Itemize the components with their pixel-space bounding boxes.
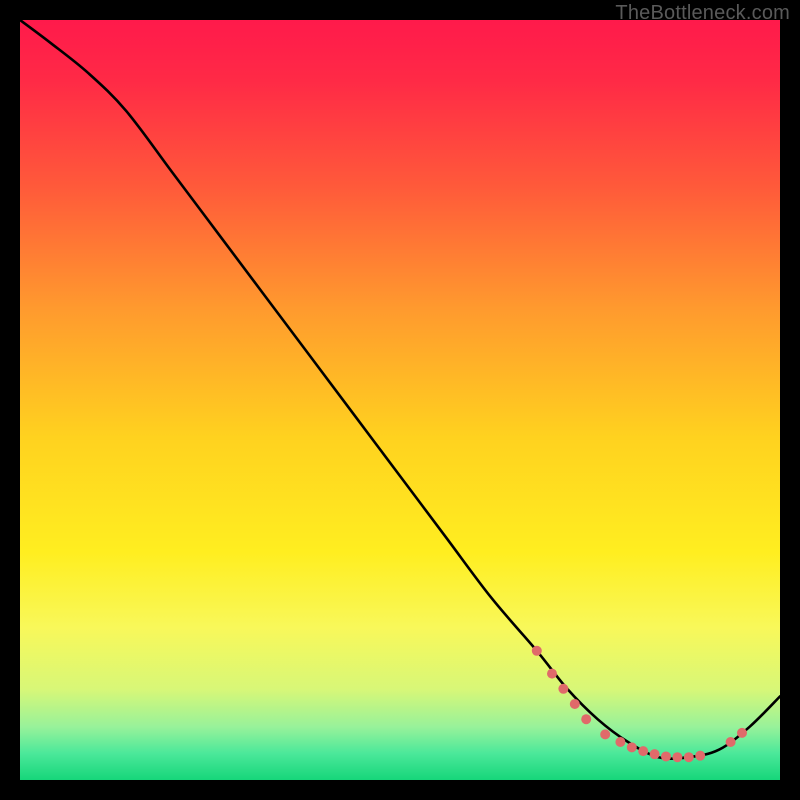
marker-point	[570, 699, 580, 709]
marker-point	[684, 752, 694, 762]
marker-point	[532, 646, 542, 656]
marker-point	[695, 751, 705, 761]
gradient-background	[20, 20, 780, 780]
marker-point	[627, 742, 637, 752]
marker-point	[615, 737, 625, 747]
marker-point	[600, 729, 610, 739]
marker-point	[672, 752, 682, 762]
marker-point	[661, 751, 671, 761]
chart-stage: TheBottleneck.com	[0, 0, 800, 800]
marker-point	[581, 714, 591, 724]
plot-area	[20, 20, 780, 780]
marker-point	[558, 684, 568, 694]
marker-point	[547, 669, 557, 679]
marker-point	[737, 728, 747, 738]
marker-point	[650, 749, 660, 759]
marker-point	[726, 737, 736, 747]
marker-point	[638, 746, 648, 756]
chart-svg	[20, 20, 780, 780]
